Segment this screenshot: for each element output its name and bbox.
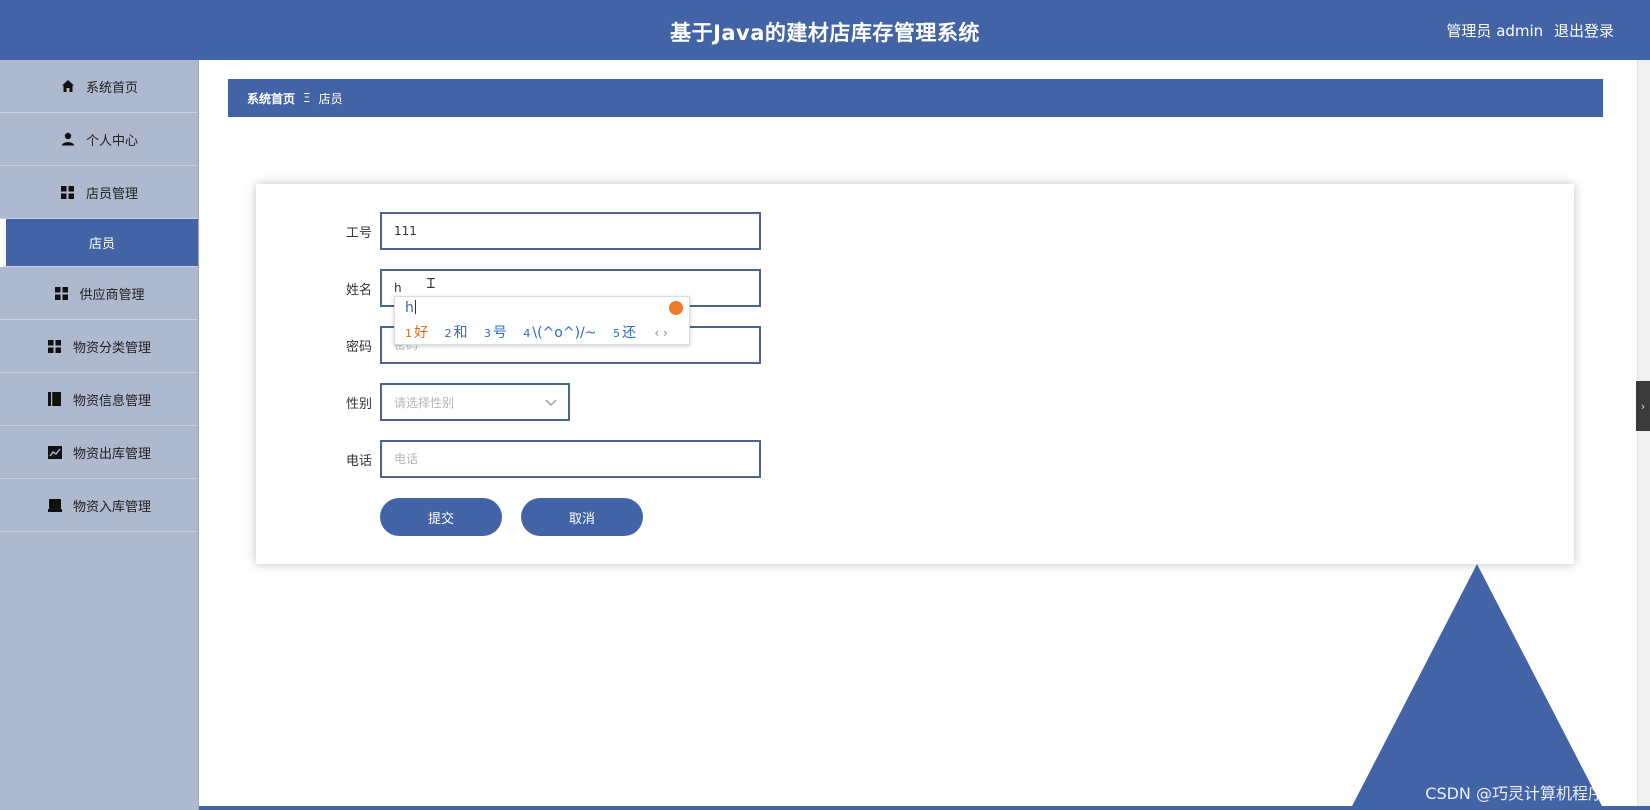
sidebar-item-material-category[interactable]: 物资分类管理: [0, 320, 198, 373]
gender-label: 性别: [345, 397, 372, 412]
app-title: 基于Java的建材店库存管理系统: [670, 21, 980, 45]
sidebar-item-label: 物资分类管理: [72, 340, 151, 356]
sidebar-item-label: 供应商管理: [79, 287, 145, 303]
chart-icon: [47, 444, 63, 460]
grid-icon: [47, 338, 63, 354]
password-label: 密码: [345, 340, 372, 355]
ime-candidate[interactable]: 1好: [405, 325, 428, 341]
phone-field[interactable]: [380, 440, 761, 478]
ime-logo-icon: [669, 301, 683, 315]
logout-link[interactable]: 退出登录: [1554, 22, 1614, 40]
employee-id-label: 工号: [345, 226, 372, 241]
gender-select-placeholder: 请选择性别: [394, 395, 455, 410]
sidebar-item-staff[interactable]: 店员: [0, 219, 198, 267]
breadcrumb-current: 店员: [318, 91, 343, 106]
breadcrumb: 系统首页 Ξ 店员: [228, 79, 1603, 117]
sidebar-item-material-inbound[interactable]: 物资入库管理: [0, 479, 198, 532]
sidebar-item-label: 系统首页: [85, 80, 138, 96]
user-label: 管理员 admin: [1446, 22, 1544, 40]
sidebar-item-supplier-management[interactable]: 供应商管理: [0, 267, 198, 320]
sidebar-item-staff-management[interactable]: 店员管理: [0, 166, 198, 219]
sidebar-item-label: 物资入库管理: [72, 499, 151, 515]
ime-candidate[interactable]: 5还: [613, 325, 636, 341]
sidebar-item-material-info[interactable]: 物资信息管理: [0, 373, 198, 426]
sidebar-item-label: 店员: [88, 237, 115, 252]
gender-select[interactable]: 请选择性别: [380, 383, 570, 421]
sidebar-item-label: 物资出库管理: [72, 446, 151, 462]
phone-label: 电话: [345, 454, 372, 469]
phone-input[interactable]: [394, 442, 759, 476]
ime-candidate[interactable]: 2和: [444, 325, 467, 341]
home-icon: [60, 78, 76, 94]
chevron-down-icon: [544, 395, 558, 409]
chevron-right-icon: ›: [1640, 399, 1646, 413]
ime-candidate-popup: h 1好 2和 3号 4 \(^o^)/~ 5还 ‹ ›: [394, 296, 690, 345]
inbox-icon: [47, 497, 63, 513]
sidebar-item-home[interactable]: 系统首页: [0, 60, 198, 113]
header-bar: 基于Java的建材店库存管理系统 管理员 admin 退出登录: [0, 0, 1650, 60]
ime-page-nav[interactable]: ‹ ›: [654, 326, 667, 340]
vertical-scrollbar[interactable]: [1637, 60, 1650, 806]
sidebar: 系统首页 个人中心 店员管理 店员 供应商管理 物资分类管理 物资信息管理 物资…: [0, 60, 199, 810]
watermark: CSDN @巧灵计算机程序设计: [1425, 784, 1636, 803]
employee-id-field[interactable]: [380, 212, 761, 250]
grid-icon: [60, 184, 76, 200]
cancel-button[interactable]: 取消: [521, 498, 643, 536]
book-icon: [47, 391, 63, 407]
sidebar-item-label: 个人中心: [85, 133, 138, 149]
grid-icon: [53, 285, 69, 301]
sidebar-item-material-outbound[interactable]: 物资出库管理: [0, 426, 198, 479]
ime-candidate[interactable]: 3号: [484, 325, 507, 341]
text-cursor-icon: Ɪ: [427, 276, 435, 292]
staff-form-card: 工号 姓名 密码 性别 请选择性别 电话 提交 取消: [256, 184, 1574, 564]
breadcrumb-separator: Ξ: [303, 91, 311, 105]
ime-composition: h: [405, 300, 414, 316]
breadcrumb-home[interactable]: 系统首页: [247, 90, 295, 107]
sidebar-item-label: 物资信息管理: [72, 393, 151, 409]
submit-button[interactable]: 提交: [380, 498, 502, 536]
sidebar-item-profile[interactable]: 个人中心: [0, 113, 198, 166]
user-area: 管理员 admin 退出登录: [1440, 20, 1614, 41]
user-icon: [60, 131, 76, 147]
sidebar-item-label: 店员管理: [85, 186, 138, 202]
side-collapse-handle[interactable]: ›: [1636, 381, 1650, 431]
name-label: 姓名: [345, 283, 372, 298]
bottom-accent-line: [199, 806, 1650, 810]
ime-candidate-list: 1好 2和 3号 4 \(^o^)/~ 5还 ‹ ›: [405, 322, 668, 342]
ime-candidate[interactable]: 4 \(^o^)/~: [523, 325, 596, 341]
employee-id-input[interactable]: [394, 214, 759, 248]
decorative-triangle: [1350, 564, 1604, 810]
